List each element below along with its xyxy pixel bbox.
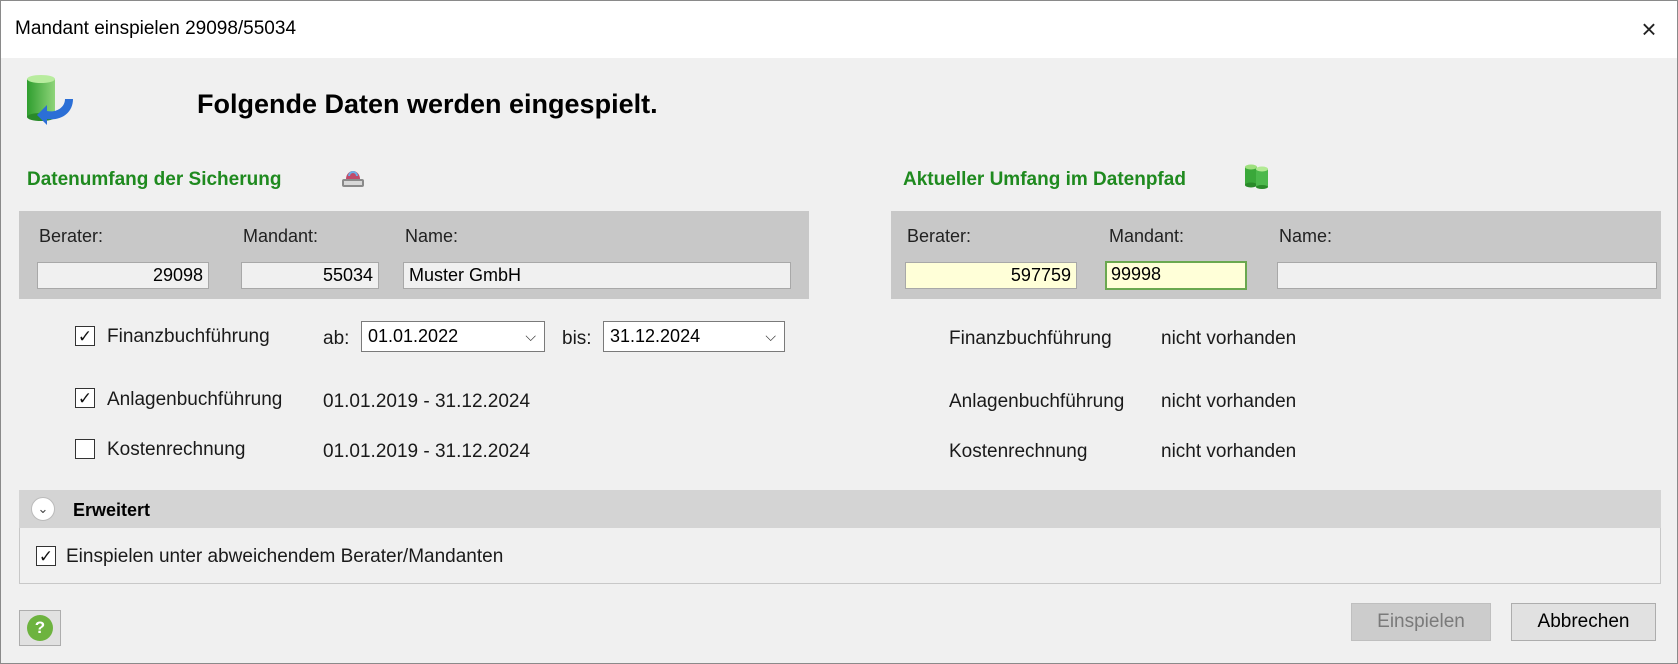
different-client-label: Einspielen unter abweichendem Berater/Ma… — [66, 546, 504, 567]
check-mark-icon: ✓ — [38, 546, 54, 566]
fibu-current-label: Finanzbuchführung — [949, 328, 1112, 349]
advanced-title: Erweitert — [73, 500, 151, 520]
close-icon: × — [1641, 14, 1657, 44]
fibu-current-status: nicht vorhanden — [1161, 328, 1297, 349]
cancel-button[interactable]: Abbrechen — [1511, 603, 1656, 641]
window-title: Mandant einspielen 29098/55034 — [15, 18, 297, 39]
berater-label: Berater: — [907, 226, 972, 246]
anlagen-current-label: Anlagenbuchführung — [949, 391, 1125, 412]
kosten-checkbox[interactable] — [75, 439, 95, 459]
kosten-current-status: nicht vorhanden — [1161, 441, 1297, 462]
anlagen-range: 01.01.2019 - 31.12.2024 — [323, 391, 531, 412]
backup-drive-icon — [342, 171, 364, 187]
mandant-label: Mandant: — [1109, 226, 1185, 246]
name-label: Name: — [1279, 226, 1333, 246]
ab-label: ab: — [323, 328, 350, 349]
kosten-range: 01.01.2019 - 31.12.2024 — [323, 441, 531, 462]
check-mark-icon: ✓ — [77, 388, 93, 408]
target-berater-input[interactable]: 597759 — [905, 262, 1077, 289]
bis-date-select[interactable]: 31.12.2024 ⌵ — [603, 321, 785, 352]
fibu-checkbox[interactable]: ✓ — [75, 326, 95, 346]
backup-berater-field: 29098 — [37, 262, 209, 289]
close-button[interactable]: × — [1621, 1, 1677, 58]
database-import-icon — [27, 75, 73, 125]
chevron-down-icon: ⌵ — [525, 328, 536, 344]
check-mark-icon: ✓ — [77, 326, 93, 346]
ab-date-select[interactable]: 01.01.2022 ⌵ — [361, 321, 545, 352]
name-label: Name: — [405, 226, 459, 246]
title-bar: Mandant einspielen 29098/55034 × — [1, 1, 1677, 58]
backup-mandant-field: 55034 — [241, 262, 379, 289]
advanced-section-header[interactable]: ⌄ Erweitert — [19, 490, 1661, 528]
bis-label: bis: — [562, 328, 592, 349]
current-scope-title: Aktueller Umfang im Datenpfad — [903, 169, 1186, 190]
anlagen-current-status: nicht vorhanden — [1161, 391, 1297, 412]
backup-scope-title: Datenumfang der Sicherung — [27, 169, 282, 190]
database-icon — [1245, 164, 1268, 189]
backup-name-field: Muster GmbH — [403, 262, 791, 289]
different-client-checkbox[interactable]: ✓ — [36, 546, 56, 566]
anlagen-checkbox[interactable]: ✓ — [75, 388, 95, 408]
fibu-label: Finanzbuchführung — [107, 326, 270, 347]
chevron-down-icon: ⌵ — [765, 328, 776, 344]
kosten-current-label: Kostenrechnung — [949, 441, 1088, 462]
anlagen-label: Anlagenbuchführung — [107, 389, 283, 410]
help-icon: ? — [27, 615, 53, 641]
berater-label: Berater: — [39, 226, 104, 246]
mandant-label: Mandant: — [243, 226, 319, 246]
kosten-label: Kostenrechnung — [107, 439, 246, 460]
page-heading: Folgende Daten werden eingespielt. — [197, 89, 658, 119]
advanced-section-body: ✓ Einspielen unter abweichendem Berater/… — [19, 528, 1661, 584]
ab-date-value: 01.01.2022 — [368, 326, 459, 346]
chevron-down-icon[interactable]: ⌄ — [31, 497, 55, 521]
target-mandant-input[interactable]: 99998 — [1105, 261, 1247, 290]
import-button[interactable]: Einspielen — [1351, 603, 1491, 641]
help-button[interactable]: ? — [19, 610, 61, 646]
bis-date-value: 31.12.2024 — [610, 326, 701, 346]
import-dialog: Mandant einspielen 29098/55034 × Folgend… — [0, 0, 1678, 664]
target-name-field — [1277, 262, 1657, 289]
